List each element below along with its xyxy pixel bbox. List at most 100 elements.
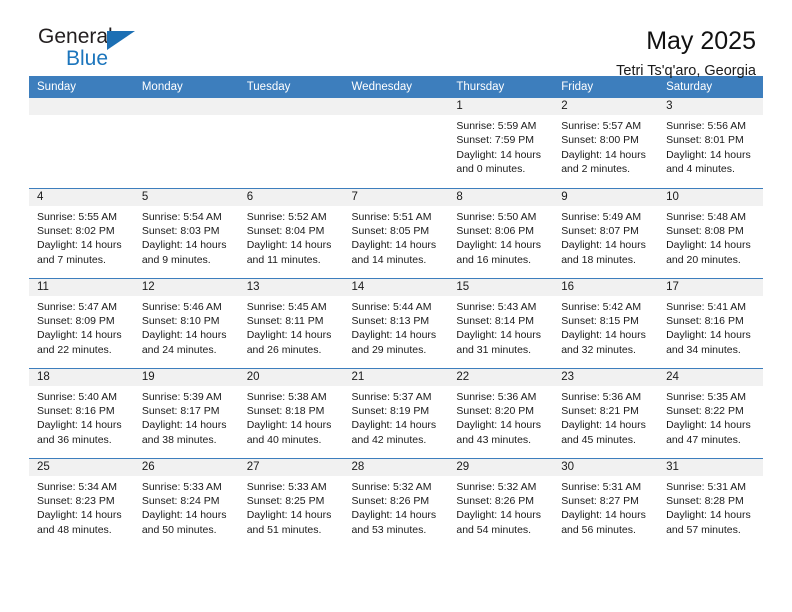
calendar-day-cell[interactable]: 15 Sunrise: 5:43 AM Sunset: 8:14 PM Dayligh… bbox=[448, 278, 554, 369]
daylight-duration-line1: Daylight: 14 hours bbox=[351, 509, 437, 522]
daylight-duration-line1: Daylight: 14 hours bbox=[456, 239, 542, 252]
calendar-day-cell[interactable]: 23 Sunrise: 5:36 AM Sunset: 8:21 PM Dayligh… bbox=[553, 368, 659, 459]
calendar-day-cell[interactable]: 18 Sunrise: 5:40 AM Sunset: 8:16 PM Dayligh… bbox=[29, 368, 134, 459]
calendar-day-cell[interactable]: 8 Sunrise: 5:50 AM Sunset: 8:06 PM Daylight… bbox=[448, 188, 554, 279]
day-details: Sunrise: 5:31 AM Sunset: 8:27 PM Daylight:… bbox=[553, 476, 658, 538]
day-details: Sunrise: 5:48 AM Sunset: 8:08 PM Daylight:… bbox=[658, 206, 763, 268]
sunrise-time: Sunrise: 5:56 AM bbox=[666, 120, 747, 132]
calendar-day-cell[interactable]: 16 Sunrise: 5:42 AM Sunset: 8:15 PM Dayligh… bbox=[553, 278, 659, 369]
sunset-time: Sunset: 8:27 PM bbox=[561, 494, 639, 507]
day-number: 27 bbox=[238, 458, 344, 476]
calendar-day-cell[interactable]: 28 Sunrise: 5:32 AM Sunset: 8:26 PM Dayligh… bbox=[343, 458, 449, 549]
daylight-duration-line2: and 57 minutes. bbox=[666, 523, 741, 536]
calendar-day-cell[interactable]: 10 Sunrise: 5:48 AM Sunset: 8:08 PM Dayligh… bbox=[658, 188, 763, 279]
sunrise-time: Sunrise: 5:43 AM bbox=[456, 300, 537, 313]
calendar-week-row: 4 Sunrise: 5:55 AM Sunset: 8:02 PM Daylight… bbox=[29, 188, 763, 279]
day-details: Sunrise: 5:33 AM Sunset: 8:25 PM Daylight:… bbox=[239, 476, 344, 538]
calendar-day-cell[interactable]: 26 Sunrise: 5:33 AM Sunset: 8:24 PM Dayligh… bbox=[133, 458, 239, 548]
day-details: Sunrise: 5:36 AM Sunset: 8:20 PM Daylight:… bbox=[448, 386, 553, 448]
day-details: Sunrise: 5:42 AM Sunset: 8:15 PM Daylight:… bbox=[553, 296, 658, 358]
calendar-cell-inner: 18 Sunrise: 5:40 AM Sunset: 8:16 PM Dayligh… bbox=[29, 368, 134, 458]
daylight-duration-line2: and 56 minutes. bbox=[561, 523, 636, 536]
calendar-day-cell[interactable]: 11 Sunrise: 5:47 AM Sunset: 8:09 PM Dayligh… bbox=[29, 278, 134, 369]
sunset-time: Sunset: 8:26 PM bbox=[456, 494, 535, 507]
calendar-day-cell[interactable]: 3 Sunrise: 5:56 AM Sunset: 8:01 PM Daylight… bbox=[658, 98, 763, 189]
sunrise-time: Sunrise: 5:46 AM bbox=[141, 300, 222, 313]
calendar-day-cell[interactable]: 20 Sunrise: 5:38 AM Sunset: 8:18 PM Dayligh… bbox=[238, 368, 344, 459]
calendar-cell-inner: 7 Sunrise: 5:51 AM Sunset: 8:05 PM Daylight… bbox=[343, 188, 449, 278]
sunrise-time: Sunrise: 5:45 AM bbox=[246, 300, 327, 313]
day-details: Sunrise: 5:38 AM Sunset: 8:18 PM Daylight:… bbox=[239, 386, 344, 448]
sunset-time: Sunset: 8:06 PM bbox=[456, 224, 535, 237]
calendar-day-cell[interactable]: 12 Sunrise: 5:46 AM Sunset: 8:10 PM Dayligh… bbox=[133, 278, 239, 369]
daylight-duration-line2: and 48 minutes. bbox=[37, 523, 112, 536]
day-number: 24 bbox=[658, 368, 763, 386]
daylight-duration-line2: and 54 minutes. bbox=[456, 523, 532, 536]
day-details: Sunrise: 5:51 AM Sunset: 8:05 PM Daylight:… bbox=[344, 206, 449, 268]
calendar-cell-inner: 10 Sunrise: 5:48 AM Sunset: 8:08 PM Dayligh… bbox=[658, 188, 763, 278]
day-number: 7 bbox=[343, 188, 449, 206]
calendar-cell-inner: 25 Sunrise: 5:34 AM Sunset: 8:23 PM Dayligh… bbox=[29, 458, 134, 549]
calendar-cell-inner: 3 Sunrise: 5:56 AM Sunset: 8:01 PM Daylight… bbox=[658, 98, 763, 188]
daylight-duration-line2: and 45 minutes. bbox=[561, 433, 636, 446]
day-number: 14 bbox=[343, 278, 449, 296]
day-number: 8 bbox=[448, 188, 554, 206]
sunrise-time: Sunrise: 5:32 AM bbox=[456, 480, 537, 493]
day-number bbox=[238, 98, 344, 115]
calendar-day-cell[interactable]: 4 Sunrise: 5:55 AM Sunset: 8:02 PM Daylight… bbox=[29, 188, 134, 279]
calendar-day-cell[interactable]: 1 Sunrise: 5:59 AM Sunset: 7:59 PM Daylight… bbox=[448, 98, 554, 189]
daylight-duration-line1: Daylight: 14 hours bbox=[351, 239, 437, 252]
day-details: Sunrise: 5:49 AM Sunset: 8:07 PM Daylight:… bbox=[553, 206, 658, 268]
day-details: Sunrise: 5:36 AM Sunset: 8:21 PM Daylight:… bbox=[553, 386, 658, 448]
daylight-duration-line1: Daylight: 14 hours bbox=[666, 509, 751, 522]
calendar-day-cell[interactable]: 13 Sunrise: 5:45 AM Sunset: 8:11 PM Dayligh… bbox=[238, 278, 344, 369]
calendar-day-cell[interactable]: 7 Sunrise: 5:51 AM Sunset: 8:05 PM Daylight… bbox=[343, 188, 449, 279]
daylight-duration-line1: Daylight: 14 hours bbox=[456, 148, 542, 161]
sunset-time: Sunset: 8:25 PM bbox=[246, 494, 325, 507]
calendar-day-cell[interactable]: 30 Sunrise: 5:31 AM Sunset: 8:27 PM Dayligh… bbox=[553, 458, 659, 548]
calendar-cell-inner: 28 Sunrise: 5:32 AM Sunset: 8:26 PM Dayligh… bbox=[343, 458, 449, 549]
calendar-day-cell[interactable]: 24 Sunrise: 5:35 AM Sunset: 8:22 PM Dayligh… bbox=[658, 368, 763, 459]
calendar-day-cell[interactable]: 14 Sunrise: 5:44 AM Sunset: 8:13 PM Dayligh… bbox=[343, 278, 449, 369]
calendar-day-cell[interactable]: 2 Sunrise: 5:57 AM Sunset: 8:00 PM Daylight… bbox=[553, 98, 659, 189]
sunrise-time: Sunrise: 5:39 AM bbox=[141, 390, 222, 403]
calendar-day-cell[interactable]: 21 Sunrise: 5:37 AM Sunset: 8:19 PM Dayligh… bbox=[343, 368, 449, 459]
sunrise-time: Sunrise: 5:35 AM bbox=[666, 390, 747, 403]
day-number: 20 bbox=[238, 368, 344, 386]
calendar-day-cell[interactable]: 29 Sunrise: 5:32 AM Sunset: 8:26 PM Dayligh… bbox=[448, 458, 554, 548]
day-number bbox=[29, 98, 134, 115]
sunrise-time: Sunrise: 5:42 AM bbox=[561, 300, 642, 313]
daylight-duration-line2: and 34 minutes. bbox=[666, 343, 741, 356]
calendar-day-cell[interactable]: 5 Sunrise: 5:54 AM Sunset: 8:03 PM Daylight… bbox=[133, 188, 239, 279]
daylight-duration-line1: Daylight: 14 hours bbox=[37, 419, 122, 432]
calendar-day-cell[interactable]: 6 Sunrise: 5:52 AM Sunset: 8:04 PM Daylight… bbox=[238, 188, 344, 279]
daylight-duration-line1: Daylight: 14 hours bbox=[246, 329, 332, 342]
title-block: May 2025 Tetri Ts'q'aro, Georgia bbox=[616, 26, 763, 82]
daylight-duration-line2: and 36 minutes. bbox=[37, 433, 112, 446]
sunrise-time: Sunrise: 5:40 AM bbox=[37, 390, 117, 403]
day-number: 3 bbox=[658, 98, 763, 115]
day-number: 12 bbox=[133, 278, 239, 296]
sunrise-time: Sunrise: 5:41 AM bbox=[666, 300, 747, 313]
calendar-cell-inner: 27 Sunrise: 5:33 AM Sunset: 8:25 PM Dayligh… bbox=[238, 458, 344, 549]
day-number: 15 bbox=[448, 278, 554, 296]
calendar-cell-inner bbox=[29, 98, 134, 188]
calendar-day-cell[interactable]: 25 Sunrise: 5:34 AM Sunset: 8:23 PM Dayligh… bbox=[29, 458, 134, 548]
sunrise-time: Sunrise: 5:33 AM bbox=[246, 480, 327, 493]
calendar-day-cell[interactable]: 22 Sunrise: 5:36 AM Sunset: 8:20 PM Dayligh… bbox=[448, 368, 554, 459]
daylight-duration-line1: Daylight: 14 hours bbox=[456, 329, 542, 342]
daylight-duration-line1: Daylight: 14 hours bbox=[141, 509, 227, 522]
day-details: Sunrise: 5:40 AM Sunset: 8:16 PM Daylight:… bbox=[29, 386, 134, 448]
daylight-duration-line1: Daylight: 14 hours bbox=[37, 509, 122, 522]
calendar-day-cell[interactable]: 27 Sunrise: 5:33 AM Sunset: 8:25 PM Dayligh… bbox=[238, 458, 344, 549]
daylight-duration-line2: and 40 minutes. bbox=[246, 433, 322, 446]
day-number: 25 bbox=[29, 458, 134, 476]
calendar-day-cell[interactable]: 19 Sunrise: 5:39 AM Sunset: 8:17 PM Dayligh… bbox=[133, 368, 239, 459]
calendar-table: Sunday Monday Tuesday Wednesday Thursday… bbox=[29, 76, 763, 548]
calendar-day-cell[interactable]: 31 Sunrise: 5:31 AM Sunset: 8:28 PM Dayligh… bbox=[658, 458, 763, 548]
sunrise-time: Sunrise: 5:47 AM bbox=[37, 300, 117, 313]
general-blue-logo[interactable]: General Blue bbox=[38, 26, 158, 72]
calendar-day-cell[interactable]: 17 Sunrise: 5:41 AM Sunset: 8:16 PM Dayligh… bbox=[658, 278, 763, 369]
day-number: 30 bbox=[553, 458, 659, 476]
calendar-day-cell[interactable]: 9 Sunrise: 5:49 AM Sunset: 8:07 PM Daylight… bbox=[553, 188, 659, 279]
